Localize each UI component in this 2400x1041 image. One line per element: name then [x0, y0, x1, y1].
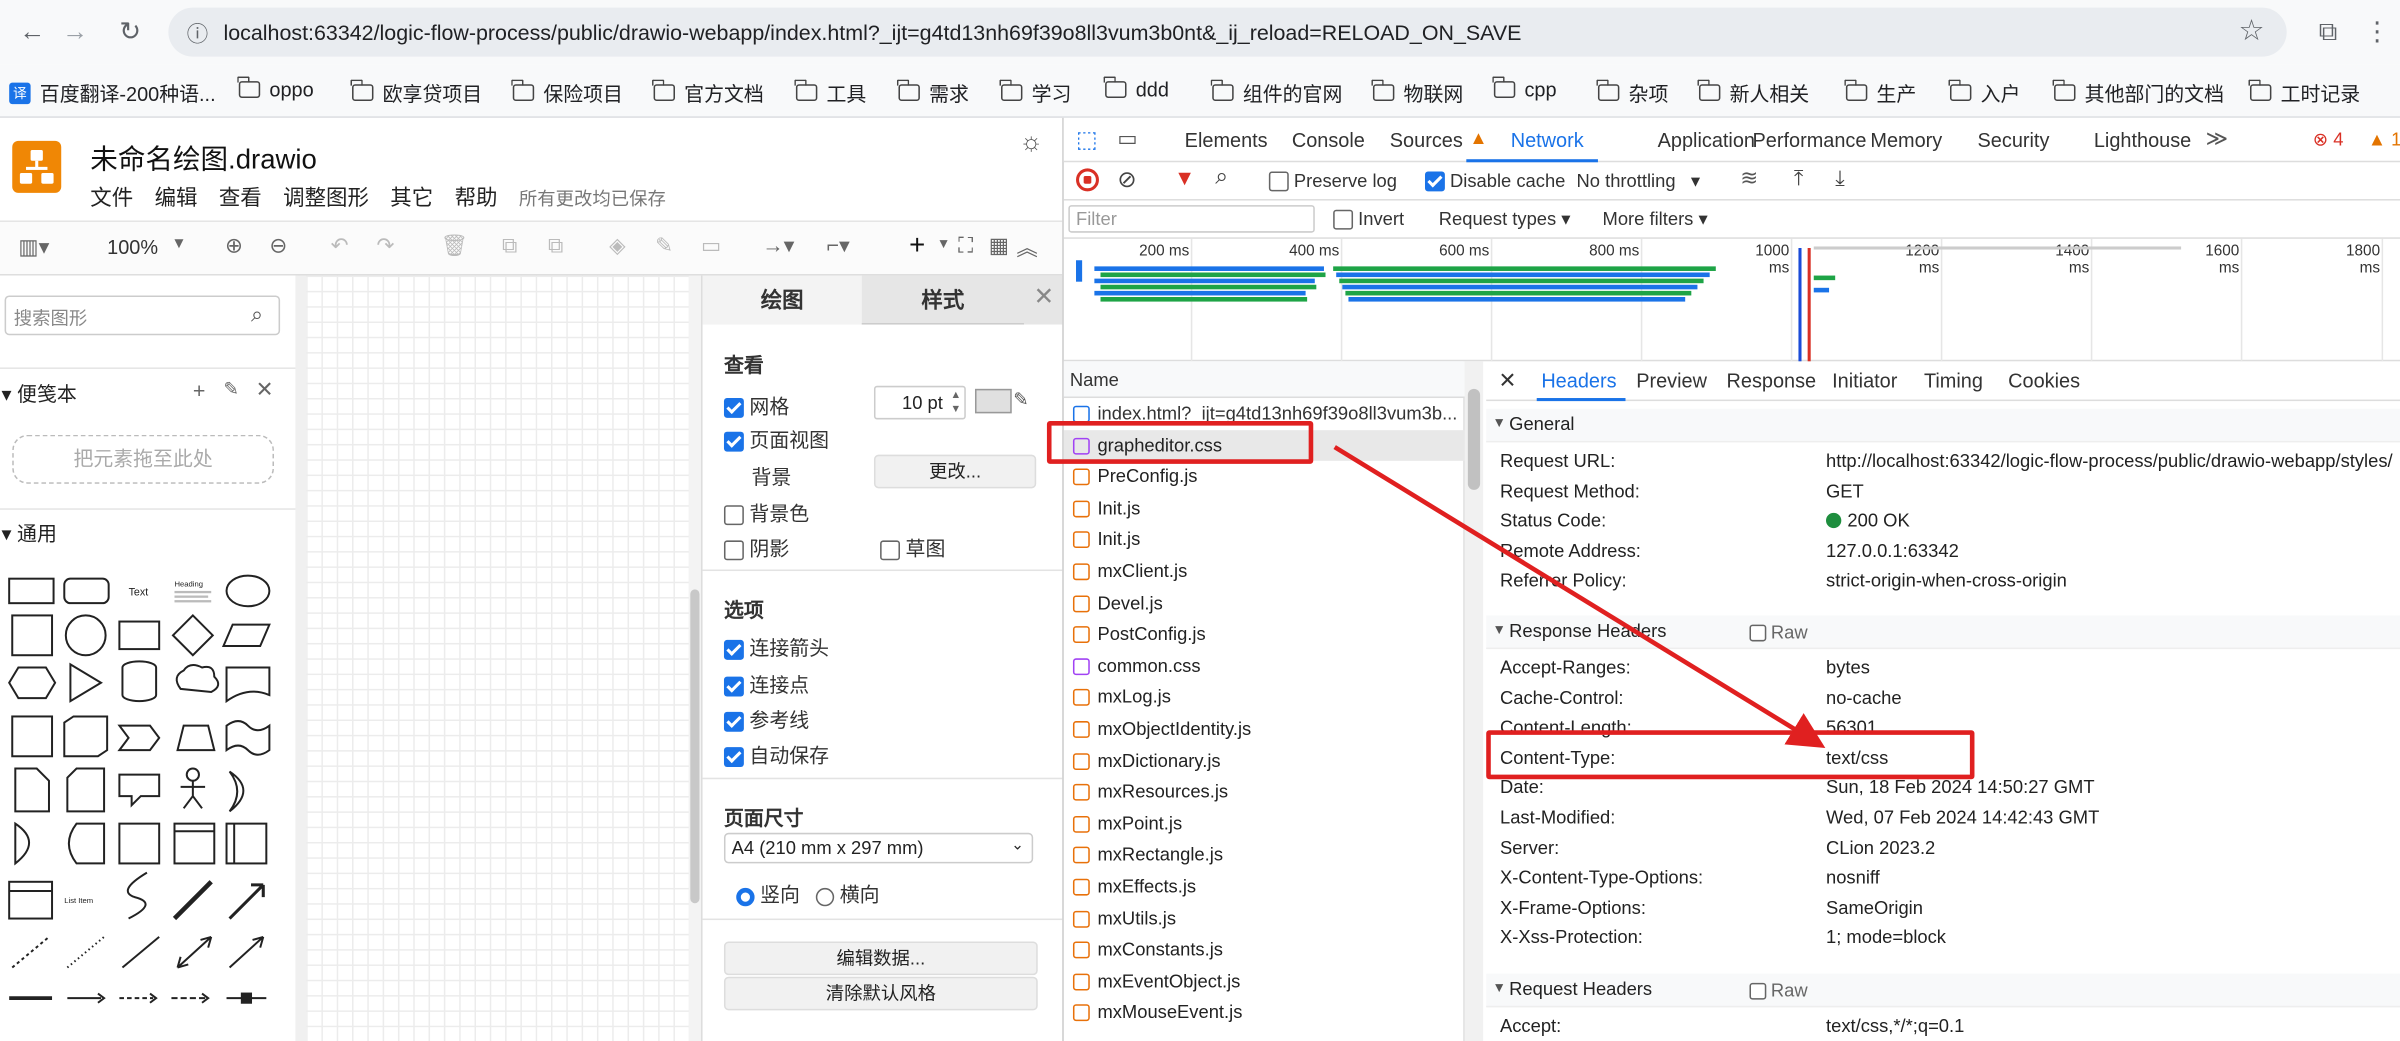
annotation-arrow: [1333, 445, 1826, 748]
